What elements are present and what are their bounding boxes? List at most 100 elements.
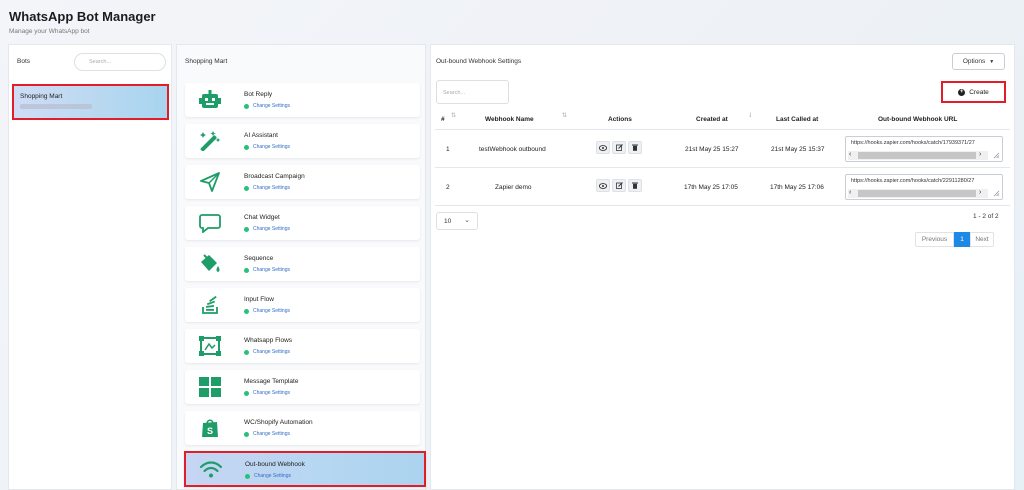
pagination-previous[interactable]: Previous	[915, 232, 954, 247]
row-actions	[596, 141, 642, 154]
pagination-next[interactable]: Next	[970, 232, 994, 247]
module-card-sequence[interactable]: Sequence Change Settings	[185, 247, 420, 281]
create-label: Create	[969, 88, 989, 96]
edit-icon[interactable]	[612, 141, 626, 154]
change-settings-link[interactable]: Change Settings	[244, 349, 290, 355]
module-card-bot-reply[interactable]: Bot Reply Change Settings	[185, 83, 420, 117]
delete-trash-icon[interactable]	[628, 141, 642, 154]
status-dot	[244, 103, 249, 109]
grid-icon	[199, 377, 221, 397]
caret-down-icon: ▼	[989, 58, 995, 65]
sort-icon[interactable]: ⇅	[451, 112, 456, 119]
options-dropdown-button[interactable]: Options ▼	[952, 53, 1005, 70]
status-dot	[244, 267, 249, 273]
bot-detail-redacted	[20, 104, 92, 109]
change-settings-label: Change Settings	[253, 308, 290, 314]
scroll-thumb[interactable]	[858, 152, 976, 159]
webhook-panel-title: Out-bound Webhook Settings	[436, 58, 522, 65]
scroll-right-icon[interactable]: ›	[979, 151, 981, 158]
resize-grip-icon[interactable]	[992, 151, 1000, 159]
column-header-last-called-at[interactable]: Last Called at	[776, 116, 818, 123]
module-card-message-template[interactable]: Message Template Change Settings	[185, 370, 420, 404]
webhook-url-text: https://hooks.zapier.com/hooks/catch/229…	[851, 178, 975, 184]
change-settings-label: Change Settings	[253, 431, 290, 437]
table-row: 2 Zapier demo 17th May 25 17:05 17th May…	[435, 169, 1010, 206]
module-card-whatsapp-flows[interactable]: Whatsapp Flows Change Settings	[185, 329, 420, 363]
robot-icon	[199, 90, 221, 110]
module-card-broadcast-campaign[interactable]: Broadcast Campaign Change Settings	[185, 165, 420, 199]
status-dot	[244, 390, 249, 396]
page-subtitle: Manage your WhatsApp bot	[9, 28, 90, 35]
row-actions	[596, 179, 642, 192]
table-header: # ⇅ Webhook Name ⇅ Actions Created at ⇃ …	[435, 108, 1010, 130]
change-settings-link[interactable]: Change Settings	[245, 473, 291, 479]
sort-icon[interactable]: ⇅	[562, 112, 567, 119]
status-dot	[244, 144, 249, 150]
scroll-left-icon[interactable]: ‹	[849, 151, 851, 158]
modules-panel-title: Shopping Mart	[185, 58, 228, 65]
view-eye-icon[interactable]	[596, 179, 610, 192]
webhook-settings-panel: Out-bound Webhook Settings Options ▼ + C…	[430, 44, 1015, 490]
create-button[interactable]: + Create	[945, 85, 1002, 99]
change-settings-link[interactable]: Change Settings	[244, 226, 290, 232]
change-settings-link[interactable]: Change Settings	[244, 431, 290, 437]
module-card-chat-widget[interactable]: Chat Widget Change Settings	[185, 206, 420, 240]
change-settings-label: Change Settings	[253, 103, 290, 109]
column-header-webhook-name[interactable]: Webhook Name	[485, 116, 534, 123]
per-page-select[interactable]: 10 ⌄	[436, 212, 478, 230]
change-settings-label: Change Settings	[254, 473, 291, 479]
change-settings-link[interactable]: Change Settings	[244, 144, 290, 150]
delete-trash-icon[interactable]	[628, 179, 642, 192]
change-settings-link[interactable]: Change Settings	[244, 103, 290, 109]
status-dot	[244, 185, 249, 191]
status-dot	[244, 226, 249, 232]
scroll-thumb[interactable]	[858, 190, 976, 197]
scroll-right-icon[interactable]: ›	[979, 189, 981, 196]
create-button-highlight: + Create	[941, 81, 1006, 103]
column-header-actions: Actions	[608, 116, 632, 123]
sort-desc-icon[interactable]: ⇃	[748, 112, 753, 119]
row-number: 1	[446, 146, 450, 153]
column-header-number[interactable]: #	[441, 116, 445, 123]
paper-plane-icon	[199, 172, 221, 192]
table-row: 1 testWebhook outbound 21st May 25 15:27…	[435, 131, 1010, 168]
change-settings-link[interactable]: Change Settings	[244, 390, 290, 396]
module-title: Bot Reply	[244, 91, 273, 98]
module-card-wc-shopify-automation[interactable]: S WC/Shopify Automation Change Settings	[185, 411, 420, 445]
module-card-input-flow[interactable]: Input Flow Change Settings	[185, 288, 420, 322]
bots-search-input[interactable]: Search...	[74, 53, 166, 71]
column-header-created-at[interactable]: Created at	[696, 116, 728, 123]
created-at: 21st May 25 15:27	[685, 146, 739, 153]
status-dot	[244, 431, 249, 437]
change-settings-label: Change Settings	[253, 226, 290, 232]
shopify-bag-icon: S	[199, 418, 221, 438]
webhook-url-field[interactable]: https://hooks.zapier.com/hooks/catch/179…	[845, 136, 1003, 162]
edit-icon[interactable]	[612, 179, 626, 192]
wifi-icon	[200, 460, 222, 480]
pagination-page-current[interactable]: 1	[954, 232, 970, 247]
horizontal-scrollbar[interactable]: ‹ ›	[848, 189, 988, 198]
chat-bubble-icon	[199, 213, 221, 233]
webhook-url-text: https://hooks.zapier.com/hooks/catch/179…	[851, 140, 975, 146]
webhook-search-input[interactable]: Search...	[436, 80, 509, 104]
scroll-left-icon[interactable]: ‹	[849, 189, 851, 196]
module-title: Sequence	[244, 255, 274, 262]
magic-wand-icon	[199, 131, 221, 151]
bot-item-shopping-mart[interactable]: Shopping Mart	[12, 84, 169, 120]
change-settings-link[interactable]: Change Settings	[244, 308, 290, 314]
view-eye-icon[interactable]	[596, 141, 610, 154]
module-card-out-bound-webhook[interactable]: Out-bound Webhook Change Settings	[184, 451, 426, 487]
change-settings-label: Change Settings	[253, 185, 290, 191]
resize-grip-icon[interactable]	[992, 189, 1000, 197]
last-called-at: 21st May 25 15:37	[771, 146, 825, 153]
module-title: Input Flow	[244, 296, 274, 303]
change-settings-link[interactable]: Change Settings	[244, 267, 290, 273]
plus-circle-icon: +	[958, 88, 966, 96]
paint-bucket-icon	[199, 254, 221, 274]
per-page-value: 10	[444, 218, 452, 225]
module-card-ai-assistant[interactable]: AI Assistant Change Settings	[185, 124, 420, 158]
webhook-url-field[interactable]: https://hooks.zapier.com/hooks/catch/229…	[845, 174, 1003, 200]
horizontal-scrollbar[interactable]: ‹ ›	[848, 151, 988, 160]
modules-panel: Shopping Mart Bot Reply Change Settings …	[176, 44, 426, 490]
change-settings-link[interactable]: Change Settings	[244, 185, 290, 191]
